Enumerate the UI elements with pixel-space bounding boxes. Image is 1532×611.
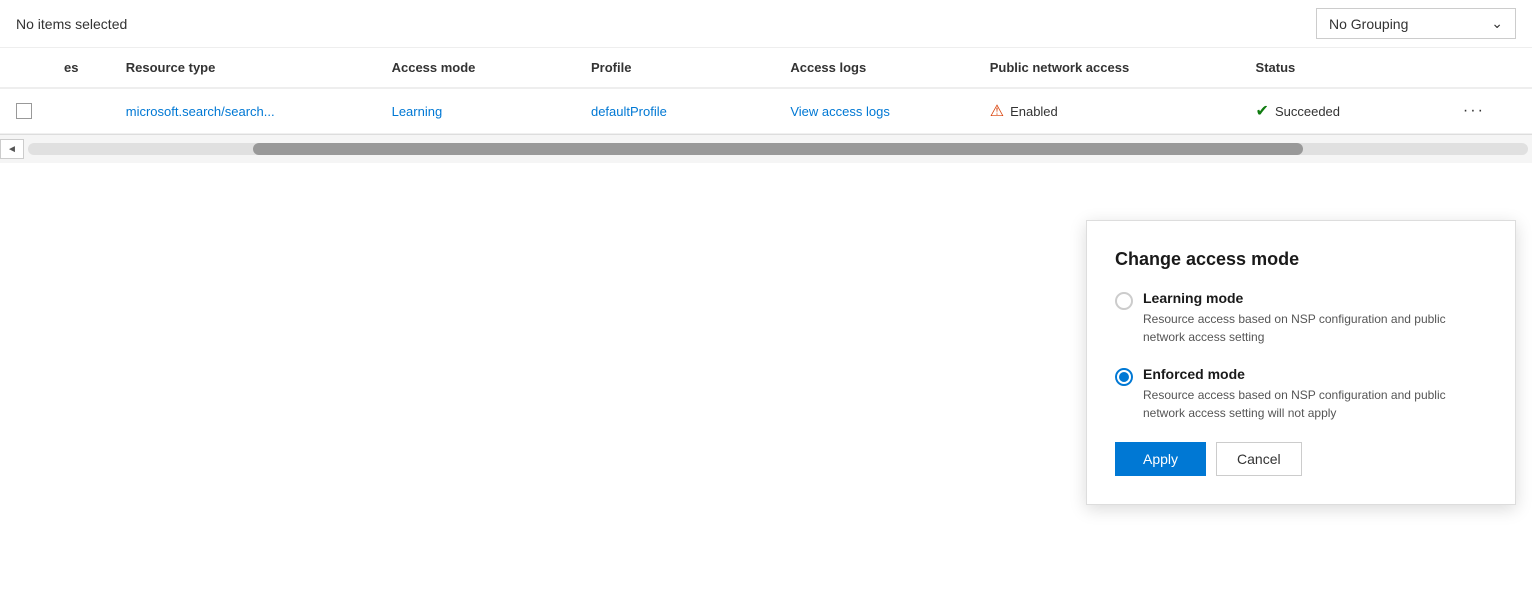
grouping-label: No Grouping bbox=[1329, 16, 1408, 32]
grouping-dropdown[interactable]: No Grouping ⌄ bbox=[1316, 8, 1516, 39]
th-profile: Profile bbox=[575, 48, 774, 88]
learning-mode-radio[interactable] bbox=[1115, 292, 1133, 310]
th-actions bbox=[1439, 48, 1532, 88]
enforced-mode-description: Resource access based on NSP configurati… bbox=[1143, 386, 1483, 422]
access-mode-link[interactable]: Learning bbox=[392, 104, 443, 119]
popup-actions: Apply Cancel bbox=[1115, 442, 1483, 476]
th-access-logs: Access logs bbox=[774, 48, 973, 88]
scrollbar-track[interactable] bbox=[28, 143, 1528, 155]
row-checkbox[interactable] bbox=[16, 103, 32, 119]
enforced-mode-option[interactable]: Enforced mode Resource access based on N… bbox=[1115, 366, 1483, 422]
table-row: microsoft.search/search... Learning defa… bbox=[0, 88, 1532, 134]
scroll-left-button[interactable]: ◄ bbox=[0, 139, 24, 159]
status-value: Succeeded bbox=[1275, 104, 1340, 119]
status-indicator: ✔ Succeeded bbox=[1256, 101, 1423, 121]
public-network-value: Enabled bbox=[1010, 104, 1058, 119]
th-checkbox bbox=[0, 48, 48, 88]
apply-button[interactable]: Apply bbox=[1115, 442, 1206, 476]
public-network-status: ⚠ Enabled bbox=[990, 101, 1224, 121]
scrollbar-thumb[interactable] bbox=[253, 143, 1303, 155]
learning-mode-content: Learning mode Resource access based on N… bbox=[1143, 290, 1483, 346]
access-logs-link[interactable]: View access logs bbox=[790, 104, 889, 119]
th-public-network-access: Public network access bbox=[974, 48, 1240, 88]
profile-link[interactable]: defaultProfile bbox=[591, 104, 667, 119]
left-arrow-icon: ◄ bbox=[7, 144, 17, 155]
row-access-logs[interactable]: View access logs bbox=[774, 88, 973, 134]
enforced-mode-label: Enforced mode bbox=[1143, 366, 1483, 382]
resources-table: es Resource type Access mode Profile Acc… bbox=[0, 48, 1532, 134]
th-access-mode: Access mode bbox=[376, 48, 575, 88]
th-es: es bbox=[48, 48, 110, 88]
learning-mode-option[interactable]: Learning mode Resource access based on N… bbox=[1115, 290, 1483, 346]
row-status: ✔ Succeeded bbox=[1240, 88, 1439, 134]
th-resource-type: Resource type bbox=[110, 48, 376, 88]
main-table-container: es Resource type Access mode Profile Acc… bbox=[0, 48, 1532, 163]
row-checkbox-cell[interactable] bbox=[0, 88, 48, 134]
popup-title: Change access mode bbox=[1115, 249, 1483, 270]
cancel-button[interactable]: Cancel bbox=[1216, 442, 1302, 476]
horizontal-scrollbar[interactable]: ◄ bbox=[0, 134, 1532, 163]
table-header-row: es Resource type Access mode Profile Acc… bbox=[0, 48, 1532, 88]
th-status: Status bbox=[1240, 48, 1439, 88]
enforced-mode-content: Enforced mode Resource access based on N… bbox=[1143, 366, 1483, 422]
row-access-mode[interactable]: Learning bbox=[376, 88, 575, 134]
row-resource-type[interactable]: microsoft.search/search... bbox=[110, 88, 376, 134]
resource-type-link[interactable]: microsoft.search/search... bbox=[126, 104, 275, 119]
top-bar: No items selected No Grouping ⌄ bbox=[0, 0, 1532, 48]
row-profile[interactable]: defaultProfile bbox=[575, 88, 774, 134]
row-more-options-cell[interactable]: ··· bbox=[1439, 88, 1532, 134]
success-icon: ✔ bbox=[1256, 101, 1269, 121]
change-access-mode-popup: Change access mode Learning mode Resourc… bbox=[1086, 220, 1516, 505]
learning-mode-description: Resource access based on NSP configurati… bbox=[1143, 310, 1483, 346]
enforced-mode-radio[interactable] bbox=[1115, 368, 1133, 386]
warning-icon: ⚠ bbox=[990, 101, 1004, 121]
row-public-network-access: ⚠ Enabled bbox=[974, 88, 1240, 134]
row-es-cell bbox=[48, 88, 110, 134]
no-items-label: No items selected bbox=[16, 16, 127, 32]
learning-mode-label: Learning mode bbox=[1143, 290, 1483, 306]
more-options-button[interactable]: ··· bbox=[1455, 98, 1493, 123]
chevron-down-icon: ⌄ bbox=[1491, 15, 1503, 32]
